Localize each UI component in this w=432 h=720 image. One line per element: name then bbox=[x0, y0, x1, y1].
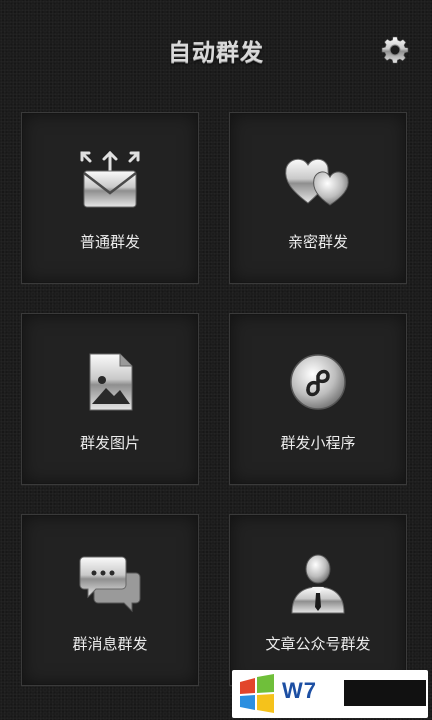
tile-label: 群消息群发 bbox=[72, 635, 148, 653]
tile-intimate-broadcast[interactable]: 亲密群发 bbox=[229, 112, 407, 284]
envelope-broadcast-icon bbox=[78, 149, 142, 213]
tile-broadcast-mini-program[interactable]: 群发小程序 bbox=[229, 313, 407, 485]
tile-label: 群发小程序 bbox=[280, 434, 356, 452]
image-file-icon bbox=[78, 350, 142, 414]
chat-bubbles-icon bbox=[78, 551, 142, 615]
tile-group-message-broadcast[interactable]: 群消息群发 bbox=[21, 514, 199, 686]
tile-article-official-account-broadcast[interactable]: 文章公众号群发 bbox=[229, 514, 407, 686]
tile-label: 文章公众号群发 bbox=[265, 635, 371, 653]
tile-label: 普通群发 bbox=[79, 233, 140, 251]
tile-broadcast-image[interactable]: 群发图片 bbox=[21, 313, 199, 485]
tile-normal-broadcast[interactable]: 普通群发 bbox=[21, 112, 199, 284]
watermark-text: W7 bbox=[282, 678, 317, 703]
mini-program-icon bbox=[286, 350, 350, 414]
watermark: W7 bbox=[232, 670, 428, 718]
hearts-icon bbox=[285, 149, 350, 213]
watermark-obscured-area bbox=[344, 680, 426, 706]
page-title: 自动群发 bbox=[168, 40, 264, 66]
tile-label: 群发图片 bbox=[79, 434, 140, 452]
app-header: 自动群发 bbox=[0, 0, 432, 96]
windows-logo-icon bbox=[236, 674, 278, 714]
gear-icon[interactable] bbox=[380, 35, 410, 65]
tile-label: 亲密群发 bbox=[287, 233, 348, 251]
official-account-person-icon bbox=[286, 551, 350, 615]
